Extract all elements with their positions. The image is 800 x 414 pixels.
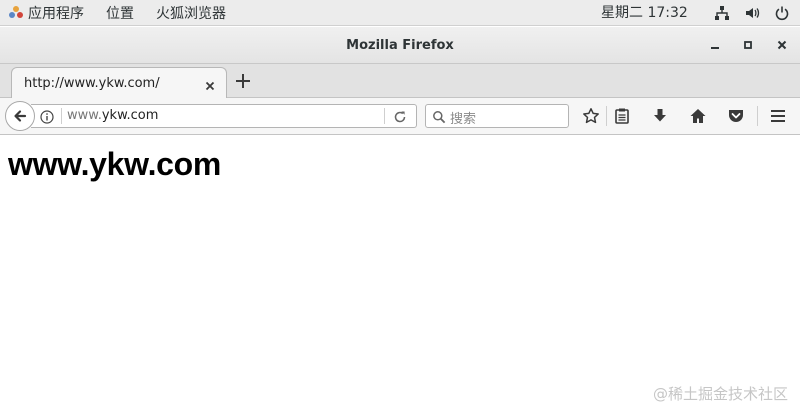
url-text[interactable]: www.ykw.com	[67, 108, 158, 123]
home-icon[interactable]	[688, 106, 708, 126]
url-bar[interactable]: www.ykw.com	[31, 104, 417, 128]
menu-icon[interactable]	[768, 106, 788, 126]
toolbar-separator	[757, 106, 758, 126]
reading-list-icon[interactable]	[612, 106, 632, 126]
clock[interactable]: 星期二 17:32	[601, 0, 688, 26]
url-domain: ykw.com	[101, 108, 159, 123]
search-placeholder: 搜索	[450, 112, 477, 127]
watermark: @稀土掘金技术社区	[652, 385, 788, 403]
download-icon[interactable]	[650, 106, 670, 126]
power-icon[interactable]	[774, 5, 790, 21]
search-box[interactable]: 搜索	[425, 104, 569, 128]
tab-active[interactable]: http://www.ykw.com/	[11, 67, 227, 98]
url-separator	[61, 108, 62, 124]
navigation-toolbar: www.ykw.com 搜索	[0, 98, 800, 135]
toolbar-separator	[606, 106, 607, 126]
menu-firefox[interactable]: 火狐浏览器	[145, 0, 237, 26]
menu-places[interactable]: 位置	[95, 0, 145, 26]
window-title: Mozilla Firefox	[346, 38, 454, 53]
tab-strip: http://www.ykw.com/	[0, 64, 800, 98]
bookmark-star-icon[interactable]	[581, 106, 601, 126]
search-icon	[432, 109, 446, 124]
back-button[interactable]	[5, 101, 35, 131]
system-tray	[714, 0, 790, 26]
top-menu: 应用程序 位置 火狐浏览器	[0, 0, 237, 26]
system-top-bar: 应用程序 位置 火狐浏览器 星期二 17:32	[0, 0, 800, 26]
menu-applications[interactable]: 应用程序	[28, 0, 95, 26]
volume-icon[interactable]	[744, 5, 760, 21]
back-arrow-icon	[14, 110, 27, 122]
info-icon[interactable]	[40, 109, 54, 124]
url-prefix: www.	[67, 108, 102, 123]
pocket-icon[interactable]	[726, 106, 746, 126]
activities-icon[interactable]	[9, 5, 23, 20]
page-content: www.ykw.com @稀土掘金技术社区	[0, 136, 800, 414]
reload-icon[interactable]	[393, 109, 407, 123]
close-icon[interactable]	[774, 37, 790, 53]
new-tab-icon[interactable]	[234, 72, 252, 90]
page-heading: www.ykw.com	[8, 146, 222, 182]
maximize-icon[interactable]	[740, 37, 756, 53]
tab-title: http://www.ykw.com/	[24, 76, 160, 91]
tab-close-icon[interactable]	[204, 77, 216, 91]
minimize-icon[interactable]	[707, 37, 723, 53]
reload-separator	[384, 108, 385, 124]
window-title-bar: Mozilla Firefox	[0, 27, 800, 64]
network-icon[interactable]	[714, 5, 730, 21]
